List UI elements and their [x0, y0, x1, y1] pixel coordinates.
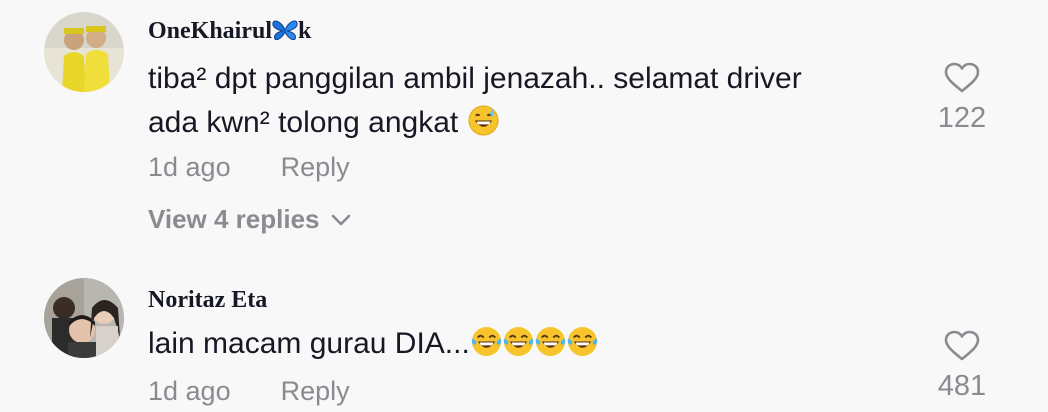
butterfly-icon — [272, 19, 298, 48]
like-count: 122 — [937, 102, 987, 134]
username-suffix: k — [298, 18, 312, 44]
view-replies-button[interactable]: View 4 replies — [148, 204, 352, 235]
avatar[interactable] — [44, 278, 124, 358]
username[interactable]: OneKhairul k — [148, 18, 311, 48]
comment-text: tiba² dpt panggilan ambil jenazah.. sela… — [148, 60, 802, 142]
comment-text-line: tiba² dpt panggilan ambil jenazah.. sela… — [148, 62, 802, 95]
username-text: OneKhairul — [148, 18, 273, 44]
tears-of-joy-emoji — [567, 326, 597, 357]
grinning-sweat-emoji — [468, 105, 499, 136]
comment-meta: 1d ago Reply — [148, 376, 350, 407]
timestamp: 1d ago — [148, 376, 231, 406]
like-count: 481 — [937, 370, 987, 402]
chevron-down-icon — [331, 214, 350, 226]
username[interactable]: Noritaz Eta — [148, 287, 267, 314]
comment-text-line: lain macam gurau DIA... — [148, 327, 470, 360]
comment-meta: 1d ago Reply — [148, 152, 350, 183]
like-button[interactable]: 481 — [922, 330, 1002, 403]
reply-button[interactable]: Reply — [281, 152, 350, 182]
heart-icon — [944, 330, 980, 361]
reply-button[interactable]: Reply — [281, 376, 350, 406]
heart-icon — [944, 62, 980, 93]
tears-of-joy-emoji — [503, 326, 533, 357]
avatar[interactable] — [44, 12, 124, 92]
tears-of-joy-emoji — [471, 326, 501, 357]
tears-of-joy-emoji — [535, 326, 565, 357]
comment-text-line-2: ada kwn² tolong angkat — [148, 104, 802, 142]
comment-text-line-text: ada kwn² tolong angkat — [148, 106, 459, 139]
like-button[interactable]: 122 — [922, 62, 1002, 135]
view-replies-label: View 4 replies — [148, 204, 320, 234]
timestamp: 1d ago — [148, 152, 231, 182]
comment-text: lain macam gurau DIA... — [148, 325, 598, 363]
